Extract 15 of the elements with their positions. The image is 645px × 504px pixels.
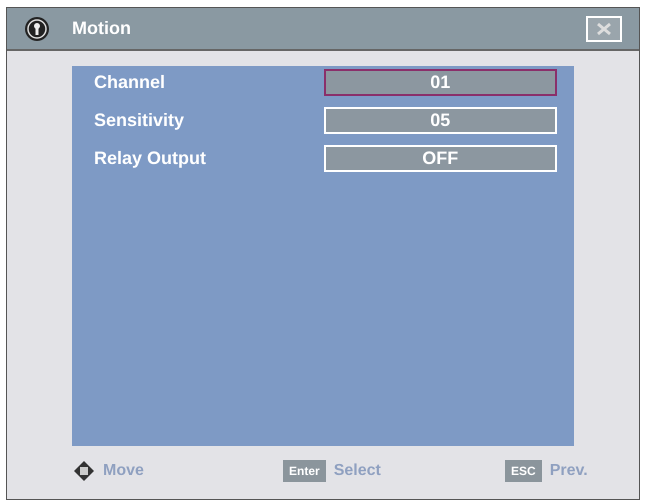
dpad-icon xyxy=(73,460,95,482)
key-label: Enter xyxy=(283,460,326,482)
setting-field[interactable]: 05 xyxy=(324,107,557,134)
hint-text: Move xyxy=(103,461,144,481)
setting-field[interactable]: 01 xyxy=(324,69,557,96)
hint-text: Prev. xyxy=(550,461,588,481)
setting-field[interactable]: OFF xyxy=(324,145,557,172)
close-button[interactable] xyxy=(586,16,622,42)
close-icon xyxy=(595,22,613,36)
key-label: ESC xyxy=(505,460,542,482)
window-title: Motion xyxy=(72,17,131,40)
setting-label: Relay Output xyxy=(94,147,208,170)
setting-label: Channel xyxy=(94,71,166,94)
hint-text: Select xyxy=(334,461,381,481)
setting-label: Sensitivity xyxy=(94,109,186,132)
